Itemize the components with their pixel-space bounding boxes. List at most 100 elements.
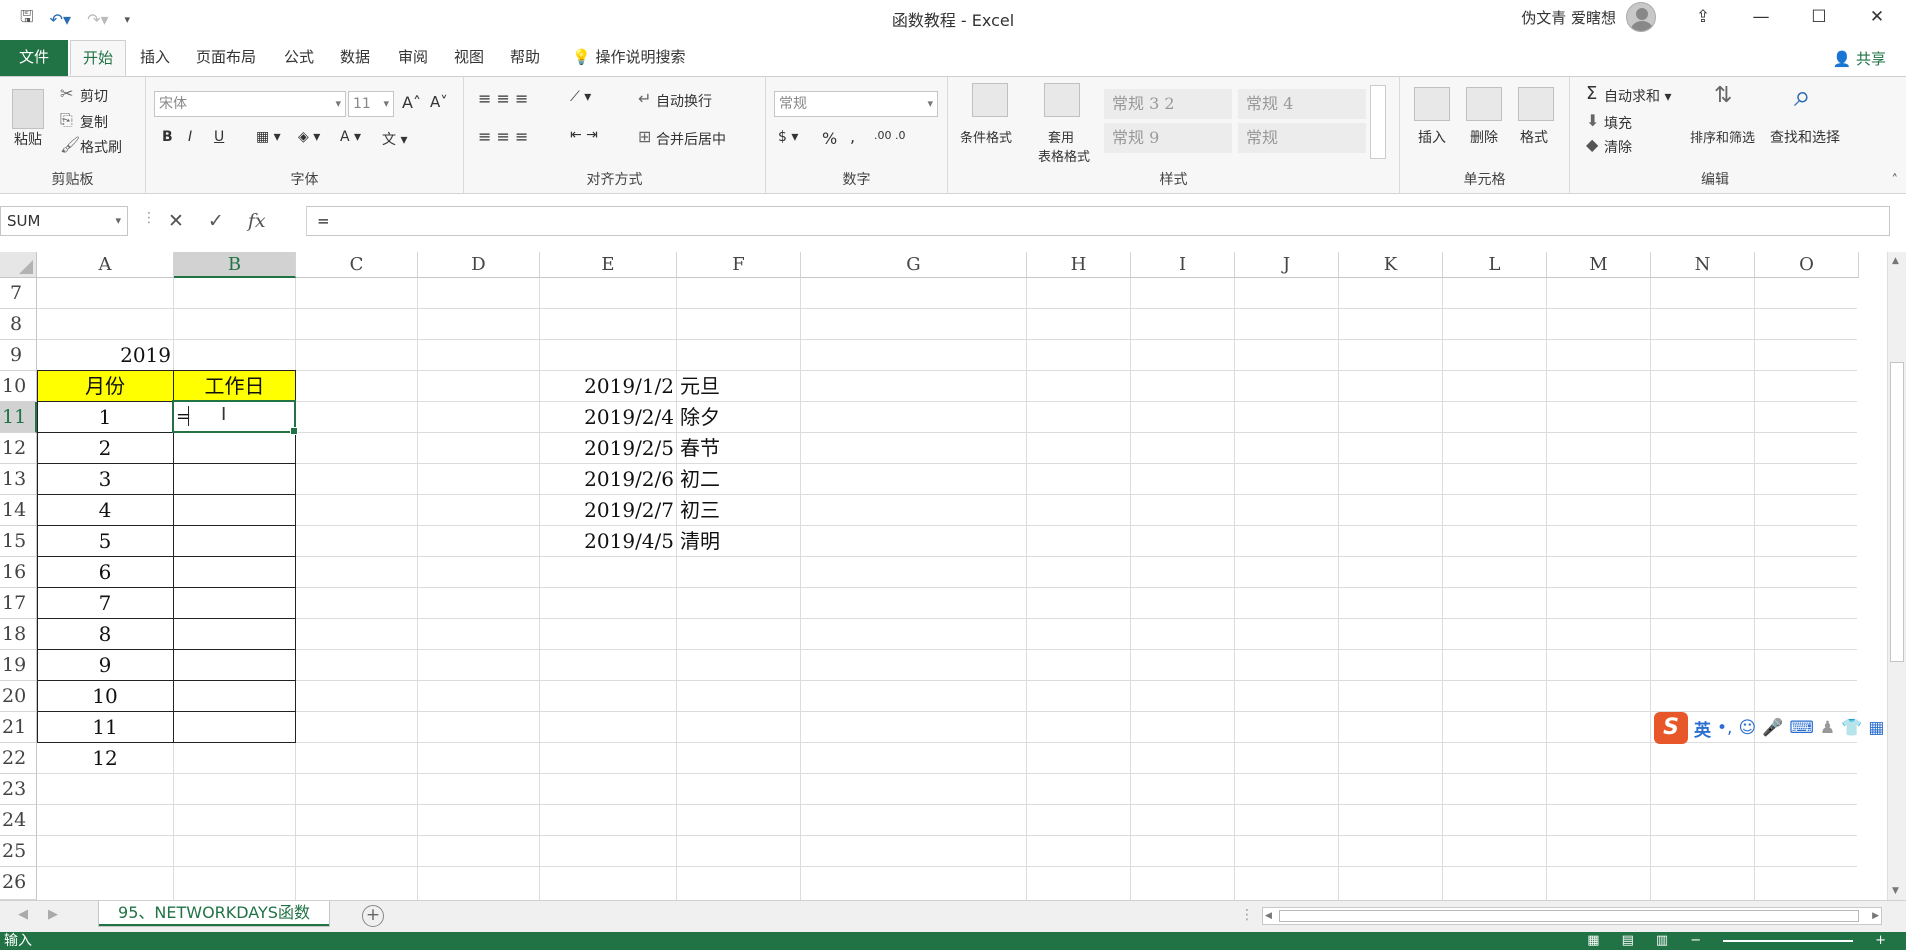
merge-center-button[interactable]: 合并后居中	[656, 129, 726, 149]
column-header-h[interactable]: H	[1027, 252, 1131, 278]
borders-icon[interactable]: ▦ ▾	[256, 129, 281, 145]
row-header-24[interactable]: 24	[0, 805, 37, 836]
tab-splitter-icon[interactable]: ⋮	[1240, 907, 1254, 923]
format-cells-button[interactable]: 格式	[1520, 127, 1548, 147]
column-header-l[interactable]: L	[1443, 252, 1547, 278]
indent-icon[interactable]: ⇤ ⇥	[570, 127, 598, 143]
zoom-slider[interactable]	[1723, 940, 1854, 942]
scroll-up-icon[interactable]: ▲	[1892, 256, 1899, 266]
copy-button[interactable]: 复制	[80, 112, 108, 132]
conditional-format-button[interactable]: 条件格式	[960, 127, 1012, 146]
row-header-26[interactable]: 26	[0, 867, 37, 900]
row-header-10[interactable]: 10	[0, 371, 37, 402]
page-break-view-icon[interactable]: ▥	[1656, 932, 1668, 950]
underline-button[interactable]: U	[214, 129, 224, 145]
punctuation-icon[interactable]: •,	[1717, 718, 1732, 738]
normal-view-icon[interactable]: ▦	[1587, 932, 1599, 950]
select-all-button[interactable]	[0, 252, 37, 278]
horizontal-scroll-thumb[interactable]	[1279, 910, 1859, 922]
comma-button[interactable]: ,	[850, 127, 855, 146]
column-header-f[interactable]: F	[677, 252, 801, 278]
row-header-7[interactable]: 7	[0, 278, 37, 309]
paste-button[interactable]: 粘贴	[14, 129, 42, 149]
holiday-name-2[interactable]: 除夕	[680, 402, 720, 432]
row-header-18[interactable]: 18	[0, 619, 37, 650]
ribbon-display-button[interactable]: ⇪	[1674, 0, 1732, 34]
row-header-9[interactable]: 9	[0, 340, 37, 371]
tab-home[interactable]: 开始	[70, 40, 127, 76]
customize-qat-icon[interactable]: ▾	[125, 13, 131, 26]
tab-file[interactable]: 文件	[0, 40, 68, 76]
row-header-19[interactable]: 19	[0, 650, 37, 681]
page-layout-view-icon[interactable]: ▤	[1622, 932, 1634, 950]
row-header-15[interactable]: 15	[0, 526, 37, 557]
zoom-in-button[interactable]: +	[1875, 932, 1886, 950]
close-button[interactable]: ✕	[1848, 0, 1906, 34]
tab-view[interactable]: 视图	[442, 40, 496, 76]
ime-lang-toggle[interactable]: 英	[1694, 716, 1711, 741]
cell-month-10[interactable]: 10	[37, 681, 173, 711]
cell-month-4[interactable]: 4	[37, 495, 173, 525]
row-header-16[interactable]: 16	[0, 557, 37, 588]
tell-me-search[interactable]: 💡 操作说明搜索	[560, 40, 697, 76]
delete-cells-button[interactable]: 删除	[1470, 127, 1498, 147]
tab-insert[interactable]: 插入	[128, 40, 182, 76]
tab-formulas[interactable]: 公式	[272, 40, 326, 76]
cell-month-6[interactable]: 6	[37, 557, 173, 587]
format-painter-button[interactable]: 格式刷	[80, 137, 122, 157]
cell-a9-year[interactable]: 2019	[37, 340, 171, 370]
insert-function-icon[interactable]: fx	[248, 210, 266, 232]
accounting-icon[interactable]: $ ▾	[778, 129, 798, 145]
row-header-14[interactable]: 14	[0, 495, 37, 526]
column-header-d[interactable]: D	[418, 252, 540, 278]
tab-review[interactable]: 审阅	[386, 40, 440, 76]
cell-month-9[interactable]: 9	[37, 650, 173, 680]
cell-month-1[interactable]: 1	[37, 402, 173, 432]
scroll-right-icon[interactable]: ▶	[1872, 908, 1879, 924]
orientation-icon[interactable]: ⟋ ▾	[570, 89, 591, 105]
holiday-date-3[interactable]: 2019/2/5	[539, 433, 674, 463]
column-header-b[interactable]: B	[174, 252, 296, 278]
holiday-name-6[interactable]: 清明	[680, 526, 720, 556]
row-header-21[interactable]: 21	[0, 712, 37, 743]
cell-month-7[interactable]: 7	[37, 588, 173, 618]
column-header-k[interactable]: K	[1339, 252, 1443, 278]
decimal-icons[interactable]: .00 .0	[874, 129, 906, 142]
scroll-down-icon[interactable]: ▼	[1892, 886, 1899, 896]
sort-filter-button[interactable]: 排序和筛选	[1690, 127, 1755, 146]
clear-button[interactable]: 清除	[1604, 137, 1632, 157]
autosum-button[interactable]: 自动求和 ▾	[1604, 86, 1671, 106]
user-avatar[interactable]	[1626, 2, 1656, 32]
tab-help[interactable]: 帮助	[498, 40, 552, 76]
row-header-13[interactable]: 13	[0, 464, 37, 495]
zoom-out-button[interactable]: −	[1690, 932, 1701, 950]
italic-button[interactable]: I	[188, 129, 192, 145]
keyboard-icon[interactable]: ⌨	[1789, 718, 1814, 738]
holiday-date-1[interactable]: 2019/1/2	[539, 371, 674, 401]
cell-month-8[interactable]: 8	[37, 619, 173, 649]
prev-sheet-icon[interactable]: ◀	[18, 907, 28, 922]
cell-month-3[interactable]: 3	[37, 464, 173, 494]
vertical-scrollbar[interactable]: ▲ ▼	[1887, 252, 1906, 900]
holiday-name-5[interactable]: 初三	[680, 495, 720, 525]
redo-icon[interactable]: ↷▾	[87, 10, 108, 29]
holiday-name-3[interactable]: 春节	[680, 433, 720, 463]
format-table-label-1[interactable]: 套用	[1048, 127, 1074, 146]
row-header-11[interactable]: 11	[0, 402, 37, 433]
font-size-select[interactable]: 11	[348, 91, 394, 117]
holiday-date-2[interactable]: 2019/2/4	[539, 402, 674, 432]
find-select-button[interactable]: 查找和选择	[1770, 127, 1840, 147]
row-header-23[interactable]: 23	[0, 774, 37, 805]
row-header-8[interactable]: 8	[0, 309, 37, 340]
toolbox-icon[interactable]: ▦	[1868, 718, 1884, 738]
fill-button[interactable]: 填充	[1604, 113, 1632, 133]
cancel-icon[interactable]: ✕	[168, 210, 184, 232]
worksheet-grid[interactable]: 2019 月份 工作日 1 2 3 4 5 6 7 8 9 10 11 = I	[37, 278, 1857, 900]
format-table-label-2[interactable]: 表格格式	[1038, 146, 1090, 165]
holiday-name-1[interactable]: 元旦	[680, 371, 720, 401]
font-color-icon[interactable]: A ▾	[340, 129, 361, 145]
tab-page-layout[interactable]: 页面布局	[184, 40, 268, 76]
collapse-ribbon-icon[interactable]: ˄	[1892, 173, 1899, 188]
column-header-g[interactable]: G	[801, 252, 1027, 278]
holiday-date-4[interactable]: 2019/2/6	[539, 464, 674, 494]
